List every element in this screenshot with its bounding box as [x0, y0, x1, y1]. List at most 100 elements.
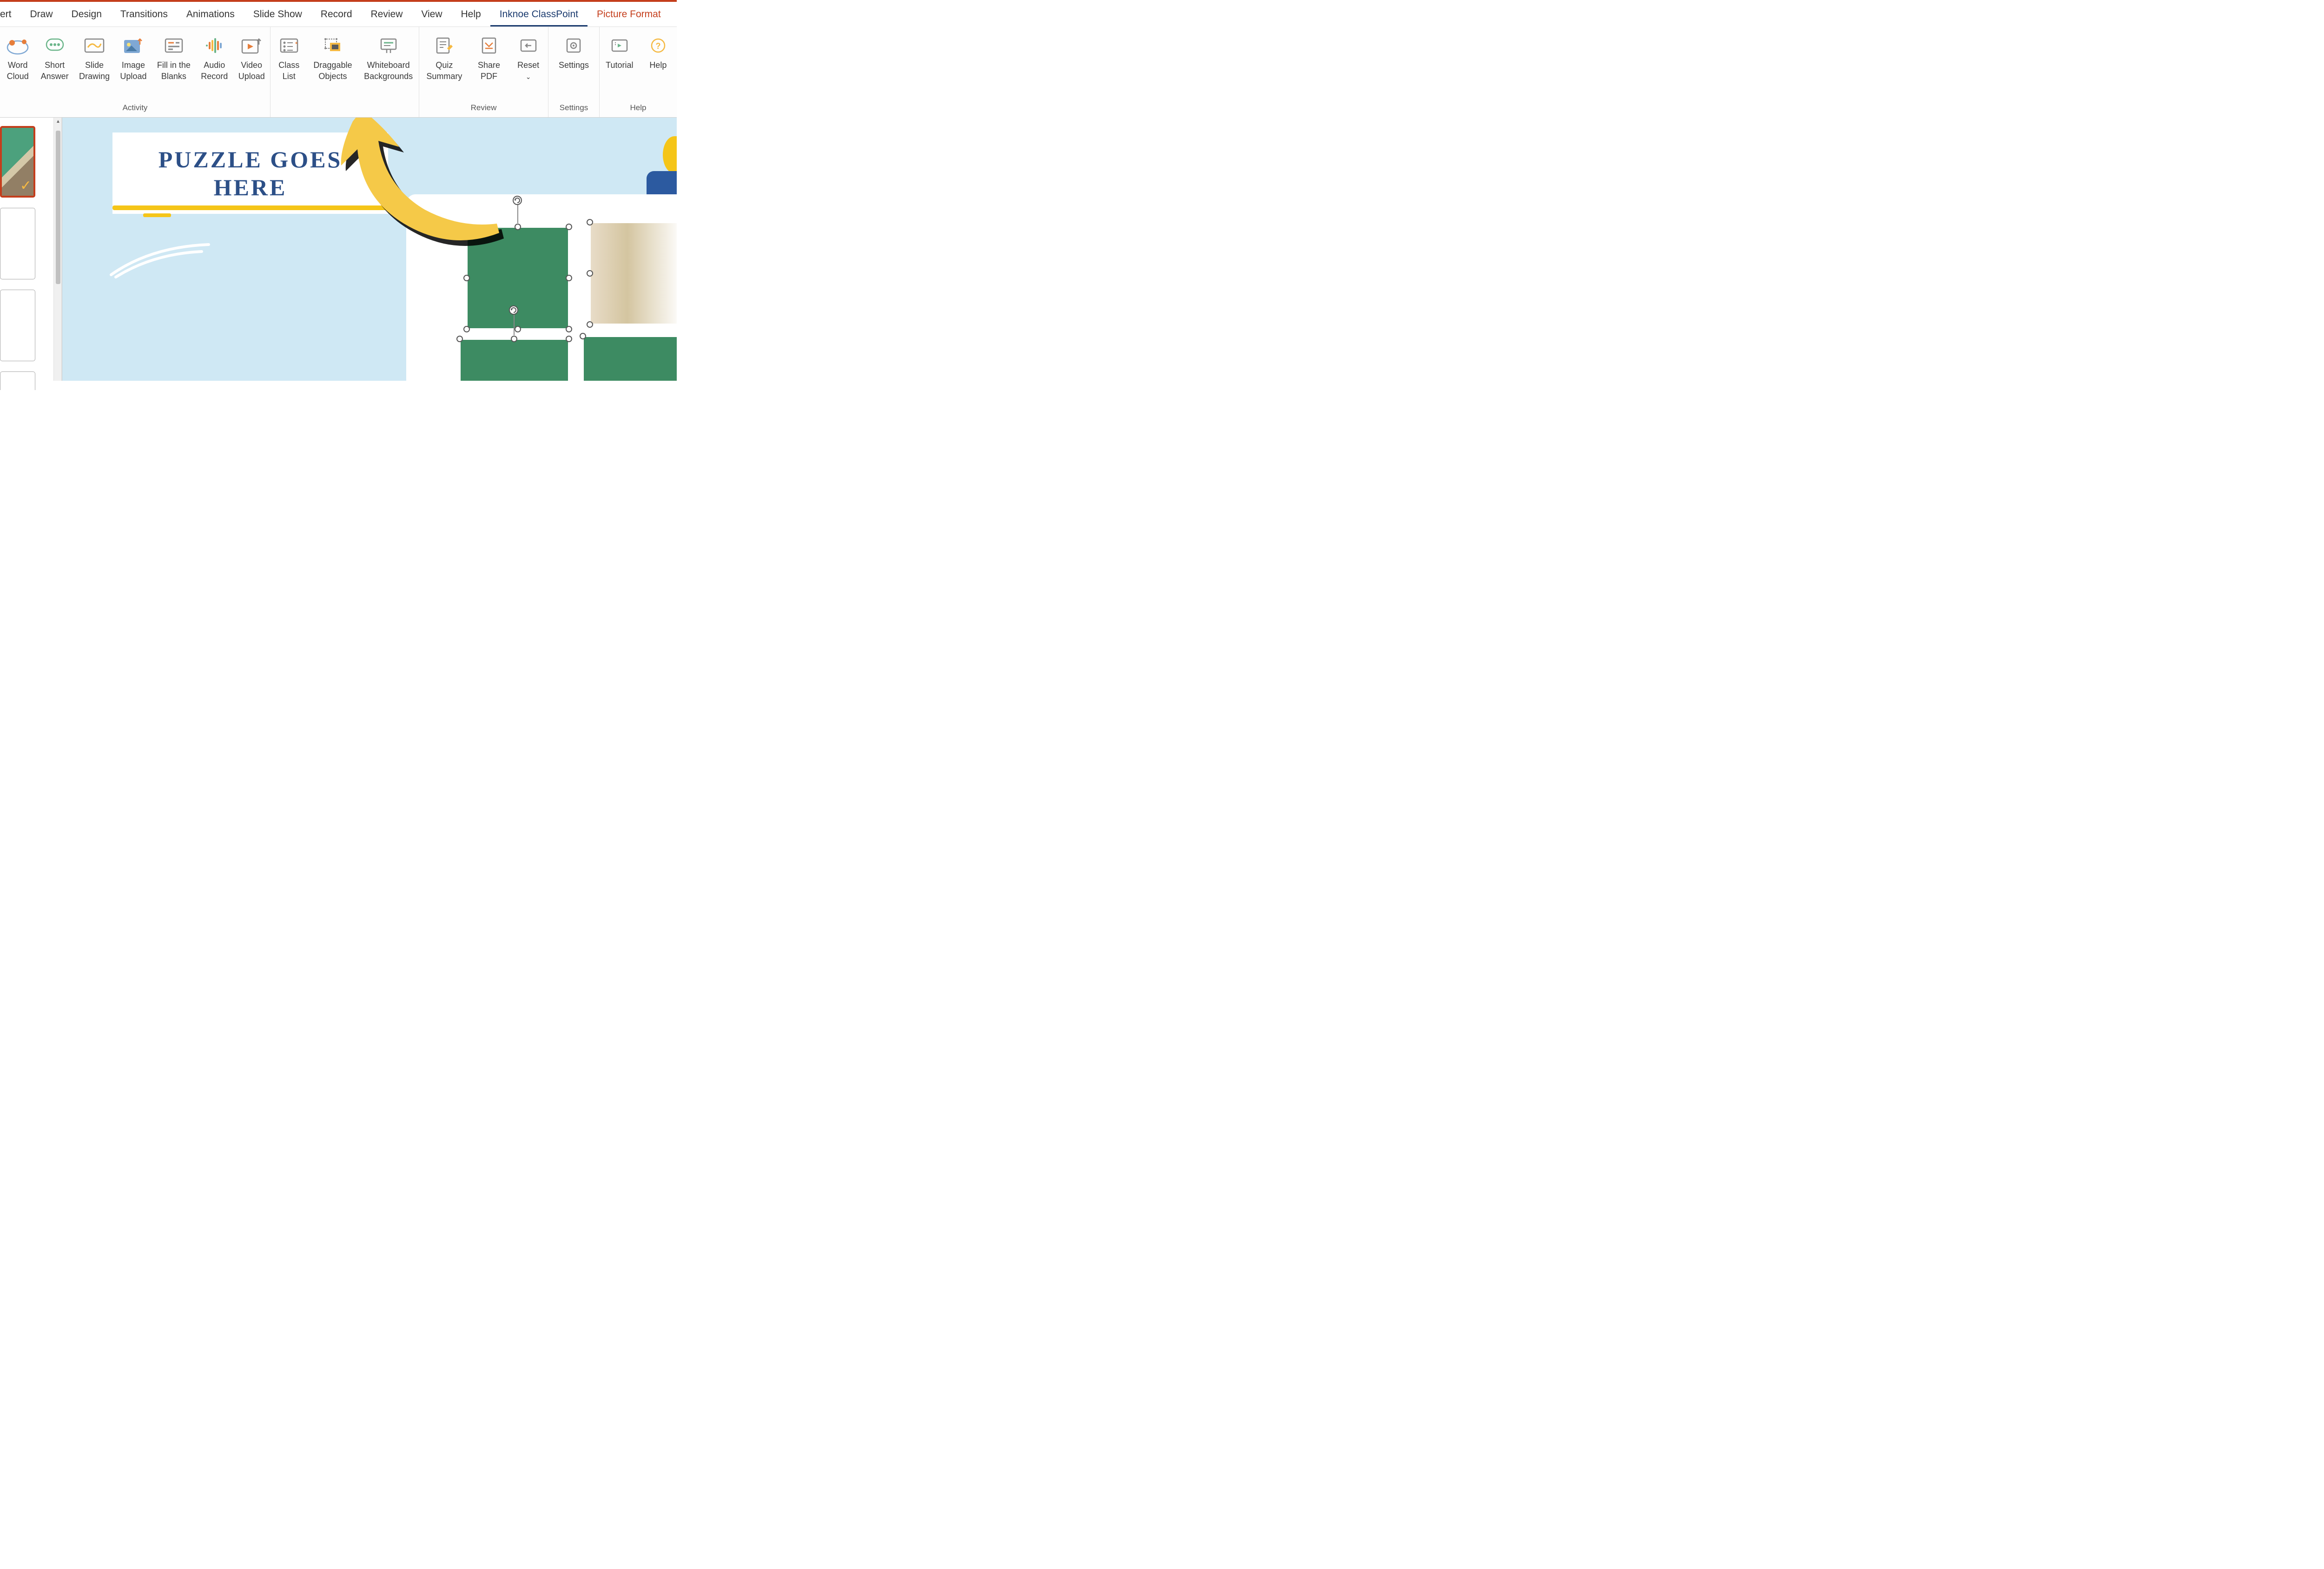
- selection-handle[interactable]: [580, 333, 586, 339]
- slide-thumbnail-3[interactable]: [0, 290, 35, 361]
- audio-record-button[interactable]: AudioRecord: [197, 33, 231, 84]
- tab-help[interactable]: Help: [452, 3, 490, 26]
- draggable-label: DraggableObjects: [313, 60, 352, 82]
- puzzle-piece-2[interactable]: [590, 222, 677, 324]
- cloud-icon: [7, 34, 29, 57]
- quiz-summary-button[interactable]: QuizSummary: [423, 33, 466, 84]
- rotation-handle[interactable]: [508, 305, 519, 315]
- share-pdf-icon: [478, 34, 500, 57]
- tab-animations[interactable]: Animations: [177, 3, 244, 26]
- draggable-icon: [322, 34, 344, 57]
- tab-record[interactable]: Record: [311, 3, 362, 26]
- tab-slideshow[interactable]: Slide Show: [244, 3, 311, 26]
- workspace: ✓ ▲ PUZZLE GOESHERE: [0, 118, 677, 381]
- selection-handle[interactable]: [587, 270, 593, 277]
- yellow-underline: [112, 205, 390, 210]
- svg-text:★: ★: [295, 41, 298, 45]
- video-upload-label: VideoUpload: [238, 60, 265, 82]
- slide-thumbnail-4[interactable]: [0, 371, 35, 390]
- tab-view[interactable]: View: [412, 3, 451, 26]
- tab-draw[interactable]: Draw: [21, 3, 62, 26]
- slide-drawing-label: SlideDrawing: [79, 60, 110, 82]
- whiteboard-button[interactable]: WhiteboardBackgrounds: [360, 33, 416, 84]
- tab-insert[interactable]: ert: [0, 3, 21, 26]
- help-label: Help: [649, 60, 667, 71]
- share-pdf-button[interactable]: SharePDF: [473, 33, 505, 84]
- scroll-up-icon[interactable]: ▲: [54, 118, 62, 126]
- slide-drawing-button[interactable]: SlideDrawing: [75, 33, 113, 84]
- video-upload-button[interactable]: VideoUpload: [235, 33, 269, 84]
- tab-design[interactable]: Design: [62, 3, 111, 26]
- puzzle-piece-3[interactable]: [460, 339, 569, 381]
- word-cloud-label: WordCloud: [7, 60, 29, 82]
- fill-blanks-button[interactable]: Fill in theBlanks: [153, 33, 194, 84]
- tab-review[interactable]: Review: [362, 3, 412, 26]
- swoosh-decoration: [109, 242, 211, 279]
- selection-handle[interactable]: [587, 321, 593, 328]
- audio-icon: [203, 34, 225, 57]
- slide-thumbnail-1[interactable]: ✓: [0, 126, 35, 198]
- image-upload-label: ImageUpload: [120, 60, 146, 82]
- selection-handle[interactable]: [566, 275, 572, 281]
- selection-handle[interactable]: [463, 275, 470, 281]
- help-group-label: Help: [600, 100, 677, 114]
- tutorial-button[interactable]: Tutorial: [602, 33, 637, 73]
- reset-icon: [517, 34, 540, 57]
- whiteboard-label: WhiteboardBackgrounds: [364, 60, 413, 82]
- selection-handle[interactable]: [515, 224, 521, 230]
- blanks-icon: [163, 34, 185, 57]
- short-answer-label: ShortAnswer: [41, 60, 69, 82]
- settings-label: Settings: [559, 60, 589, 71]
- speech-icon: [44, 34, 66, 57]
- thumbnail-scrollbar[interactable]: ▲: [53, 118, 62, 381]
- selection-handle[interactable]: [515, 326, 521, 332]
- class-list-label: ClassList: [278, 60, 299, 82]
- slide-title-box[interactable]: PUZZLE GOESHERE: [112, 132, 388, 214]
- reset-button[interactable]: Reset⌄: [512, 33, 545, 84]
- selection-handle[interactable]: [587, 219, 593, 225]
- tutorial-label: Tutorial: [606, 60, 633, 71]
- slide-thumbnail-2[interactable]: [0, 208, 35, 279]
- whiteboard-icon: [377, 34, 400, 57]
- gear-icon: [562, 34, 585, 57]
- chevron-down-icon: ⌄: [526, 73, 531, 80]
- review-group-label: Review: [419, 100, 548, 114]
- short-answer-button[interactable]: ShortAnswer: [37, 33, 73, 84]
- rotation-handle[interactable]: [512, 195, 522, 205]
- rotation-connector: [514, 313, 515, 335]
- tutorial-icon: [608, 34, 631, 57]
- selection-handle[interactable]: [463, 326, 470, 332]
- quiz-summary-label: QuizSummary: [426, 60, 462, 82]
- selection-handle[interactable]: [566, 326, 572, 332]
- tab-transitions[interactable]: Transitions: [111, 3, 177, 26]
- share-pdf-label: SharePDF: [478, 60, 500, 82]
- drawing-icon: [83, 34, 106, 57]
- slide-canvas[interactable]: PUZZLE GOESHERE: [62, 118, 677, 381]
- class-list-button[interactable]: ★ ClassList: [273, 33, 305, 84]
- selection-handle[interactable]: [456, 336, 463, 342]
- slide-title-text: PUZZLE GOESHERE: [158, 146, 343, 201]
- image-upload-button[interactable]: ImageUpload: [116, 33, 150, 84]
- selection-handle[interactable]: [463, 224, 470, 230]
- audio-record-label: AudioRecord: [201, 60, 228, 82]
- activity-group-label: Activity: [0, 100, 270, 114]
- puzzle-piece-4[interactable]: [583, 336, 677, 381]
- settings-group-label: Settings: [548, 100, 599, 114]
- reset-label: Reset⌄: [517, 60, 539, 82]
- draggable-objects-button[interactable]: DraggableObjects: [310, 33, 356, 84]
- selection-handle[interactable]: [566, 224, 572, 230]
- puzzle-piece-area: [406, 194, 677, 381]
- tab-inknoe-classpoint[interactable]: Inknoe ClassPoint: [490, 3, 588, 26]
- fill-blanks-label: Fill in theBlanks: [157, 60, 191, 82]
- help-icon: ?: [647, 34, 669, 57]
- video-upload-icon: [240, 34, 263, 57]
- quiz-summary-icon: [433, 34, 456, 57]
- settings-button[interactable]: Settings: [555, 33, 593, 73]
- word-cloud-button[interactable]: WordCloud: [1, 33, 34, 84]
- scroll-thumb[interactable]: [56, 131, 60, 284]
- selection-handle[interactable]: [511, 336, 517, 342]
- selection-handle[interactable]: [566, 336, 572, 342]
- tab-picture-format[interactable]: Picture Format: [588, 3, 670, 26]
- help-button[interactable]: ? Help: [642, 33, 674, 73]
- svg-text:?: ?: [655, 41, 660, 51]
